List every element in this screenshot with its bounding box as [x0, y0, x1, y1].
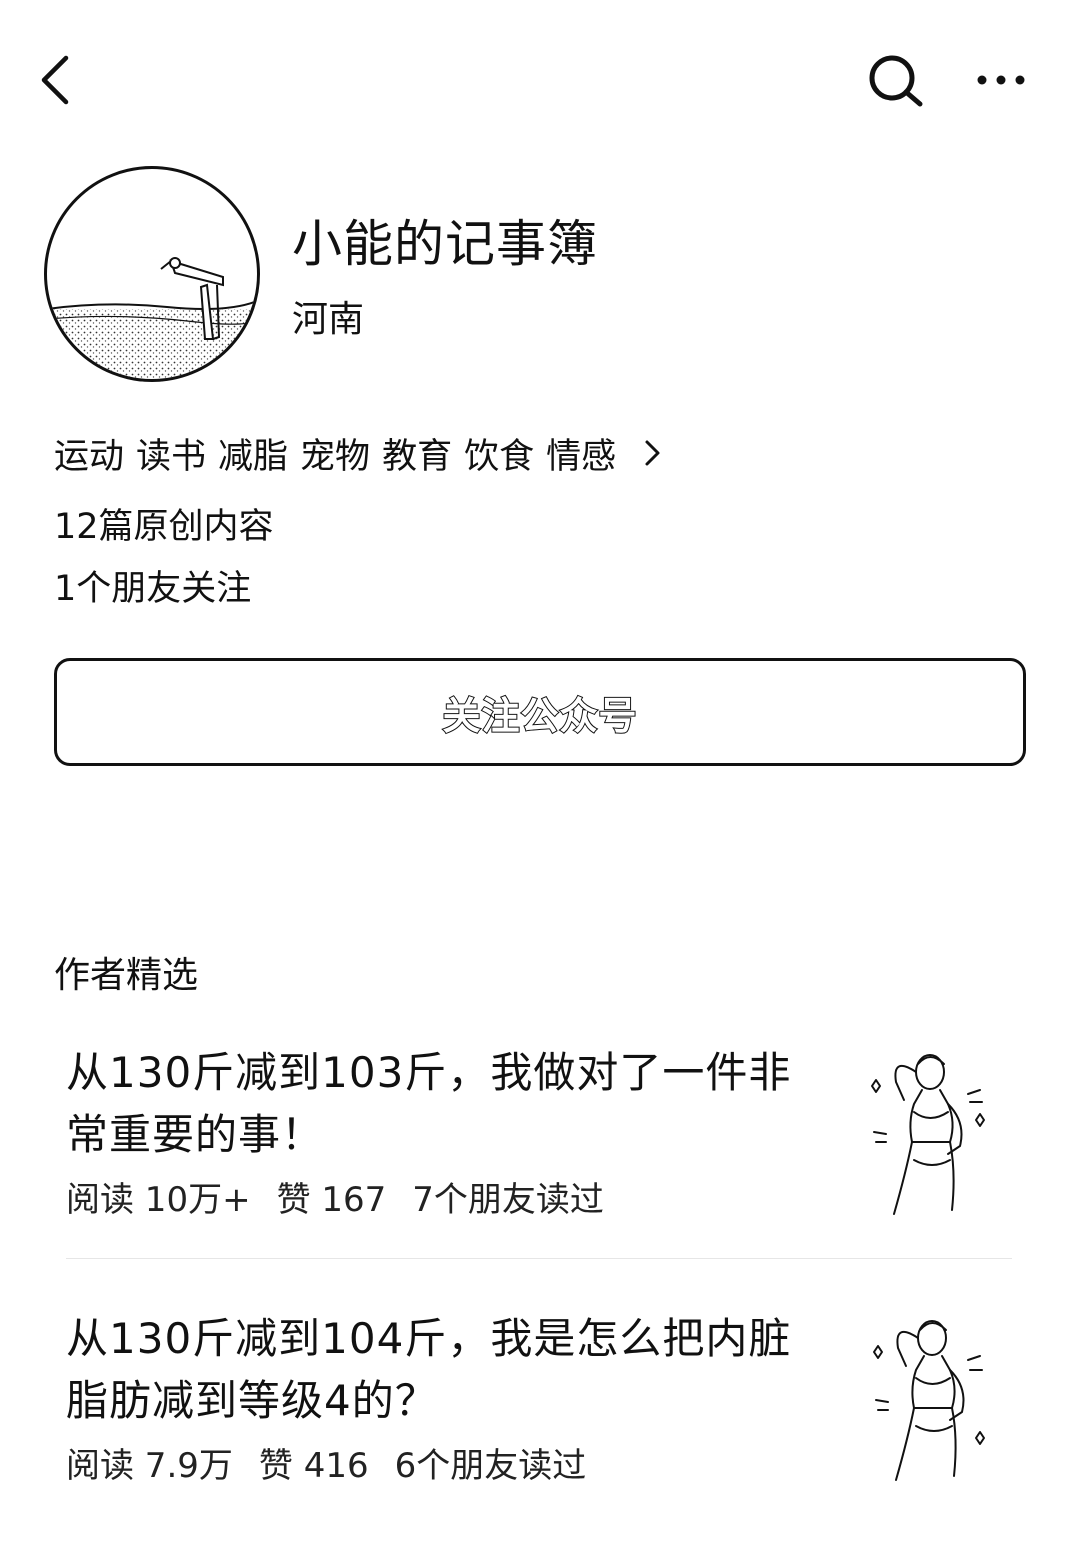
article-stats: 阅读 10万+ 赞 167 7个朋友读过 [66, 1172, 604, 1221]
account-name: 小能的记事簿 [292, 215, 598, 273]
back-button[interactable] [30, 50, 86, 110]
article-stats: 阅读 7.9万 赞 416 6个朋友读过 [66, 1438, 586, 1487]
article-friends-read: 6个朋友读过 [394, 1446, 587, 1486]
article-friends-read: 7个朋友读过 [412, 1180, 604, 1220]
article-title: 从130斤减到103斤，我做对了一件非常重要的事！ [66, 1048, 792, 1159]
chevron-left-icon [41, 55, 69, 105]
more-button[interactable] [968, 58, 1034, 102]
avatar-illustration [47, 257, 257, 379]
article-likes: 赞 416 [258, 1446, 369, 1486]
follow-button-label: 关注公众号 [441, 693, 638, 739]
tag-reading: 读书 [136, 436, 207, 477]
tag-education: 教育 [382, 436, 453, 477]
article-card[interactable]: 从130斤减到103斤，我做对了一件非常重要的事！ 阅读 10万+ 赞 167 … [0, 1034, 1080, 1244]
tags-row[interactable]: 运动 读书 减脂 宠物 教育 饮食 情感 [54, 430, 664, 477]
follow-account-button[interactable]: 关注公众号 [54, 658, 1026, 766]
tag-sports: 运动 [54, 436, 125, 477]
article-thumbnail [871, 1054, 985, 1215]
section-title-featured: 作者精选 [54, 955, 199, 996]
article-reads: 阅读 10万+ [66, 1180, 251, 1220]
original-content-count[interactable]: 12篇原创内容 [54, 498, 274, 549]
chevron-right-icon [645, 440, 660, 466]
tag-emotion: 情感 [546, 436, 617, 477]
tag-pets: 宠物 [300, 436, 371, 477]
friends-following-count[interactable]: 1个朋友关注 [54, 560, 251, 611]
search-icon [869, 55, 923, 107]
tag-diet: 饮食 [464, 436, 535, 477]
tag-fat-loss: 减脂 [218, 436, 289, 477]
article-title: 从130斤减到104斤，我是怎么把内脏脂肪减到等级4的？ [66, 1314, 792, 1425]
search-button[interactable] [862, 50, 928, 116]
article-divider [66, 1258, 1012, 1259]
more-dots-icon [977, 75, 1025, 85]
account-location: 河南 [292, 299, 365, 340]
article-likes: 赞 167 [276, 1180, 387, 1220]
article-reads: 阅读 7.9万 [66, 1446, 233, 1486]
account-avatar[interactable] [44, 166, 260, 382]
article-card[interactable]: 从130斤减到104斤，我是怎么把内脏脂肪减到等级4的？ 阅读 7.9万 赞 4… [0, 1300, 1080, 1510]
article-thumbnail [873, 1320, 985, 1481]
account-profile-page: 小能的记事簿 河南 运动 读书 减脂 宠物 教育 饮食 情感 12篇原创内容 1… [0, 0, 1080, 1544]
